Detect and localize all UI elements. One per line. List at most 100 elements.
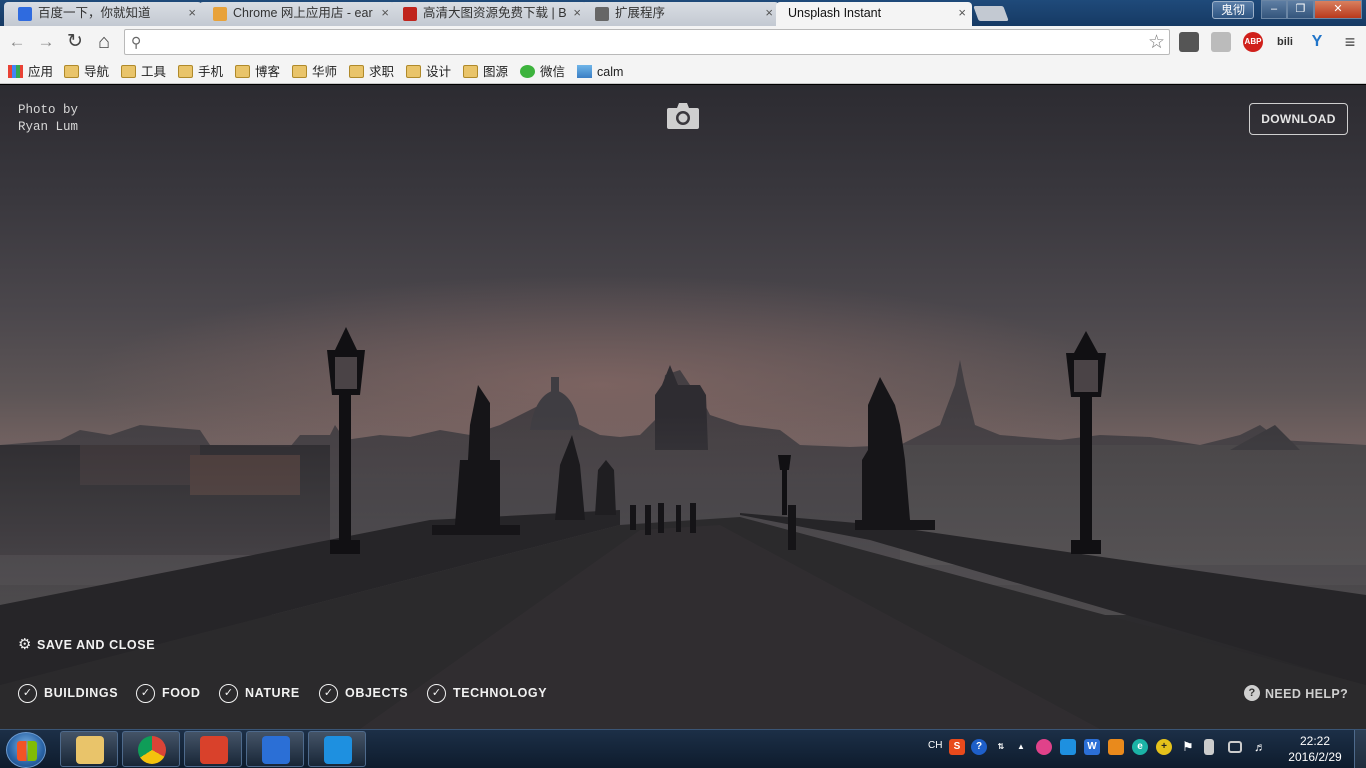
home-button[interactable]: ⌂ [94,32,114,52]
checkmark-icon: ✓ [136,684,155,703]
tab-chrome-store[interactable]: Chrome 网上应用店 - ear × [199,2,395,26]
back-button[interactable]: ← [7,32,27,52]
bookmark-folder[interactable]: 工具 [121,62,166,82]
bookmark-star-icon[interactable]: ☆ [1148,31,1165,54]
url-input[interactable] [153,32,1133,52]
tab-baidu[interactable]: 百度一下，你就知道 × [4,2,202,26]
category-nature[interactable]: ✓ NATURE [219,684,300,703]
tray-expand-icon[interactable]: ▲ [1013,739,1029,755]
bilibili-icon[interactable]: bili [1275,32,1295,52]
bookmark-label: 应用 [28,65,54,79]
category-objects[interactable]: ✓ OBJECTS [319,684,408,703]
tab-close-icon[interactable]: × [188,2,196,24]
photo-credit[interactable]: Photo by Ryan Lum [18,102,78,136]
pocket-icon[interactable] [1179,32,1199,52]
category-technology[interactable]: ✓ TECHNOLOGY [427,684,547,703]
category-label: NATURE [245,686,300,700]
calm-icon [577,65,592,78]
need-help-link[interactable]: ? NEED HELP? [1244,685,1348,703]
tab-extensions[interactable]: 扩展程序 × [581,2,779,26]
tab-close-icon[interactable]: × [573,2,581,24]
windows-taskbar: CH S ? ⇅ ▲ W e + ⚑ ♬ 22:22 2016/2/29 [0,729,1366,768]
network-icon[interactable] [1228,741,1242,753]
y-extension-icon[interactable]: Y [1307,32,1327,52]
checkmark-icon: ✓ [219,684,238,703]
folder-icon [349,65,364,78]
category-buildings[interactable]: ✓ BUILDINGS [18,684,118,703]
bookmark-label: 微信 [540,65,566,79]
bookmark-folder[interactable]: 图源 [463,62,508,82]
adblock-plus-icon[interactable]: ABP [1243,32,1263,52]
volume-icon[interactable]: ♬ [1252,739,1268,755]
bookmark-folder[interactable]: 手机 [178,62,223,82]
hd-images-favicon-icon [403,7,417,21]
input-tray-icon[interactable] [1060,739,1076,755]
system-clock[interactable]: 22:22 2016/2/29 [1283,733,1347,765]
chrome-icon [138,736,166,764]
bookmark-folder[interactable]: 导航 [64,62,109,82]
e-tray-icon[interactable]: e [1132,739,1148,755]
battery-icon[interactable] [1204,739,1214,755]
flag-icon[interactable]: ⚑ [1180,739,1196,755]
taskbar-word[interactable] [246,731,304,767]
save-and-close-button[interactable]: ⚙ SAVE AND CLOSE [18,637,155,653]
folder-icon [406,65,421,78]
bookmark-folder[interactable]: 设计 [406,62,451,82]
show-desktop-button[interactable] [1354,730,1366,768]
bookmark-label: 求职 [369,65,395,79]
taskbar-input-method[interactable] [308,731,366,767]
chrome-menu-button[interactable]: ≡ [1340,32,1360,52]
close-window-button[interactable]: ✕ [1314,0,1362,19]
checkmark-icon: ✓ [427,684,446,703]
new-tab-button[interactable] [973,6,1009,21]
folder-icon [463,65,478,78]
bookmark-apps[interactable]: 应用 [8,62,53,82]
profile-button[interactable]: 鬼彻 [1212,1,1254,19]
tab-hd-images[interactable]: 高清大图资源免费下载 | B × [389,2,587,26]
taskbar-wunderlist[interactable] [184,731,242,767]
bookmark-label: 博客 [255,65,281,79]
category-food[interactable]: ✓ FOOD [136,684,201,703]
checkmark-icon: ✓ [18,684,37,703]
puzzle-favicon-icon [595,7,609,21]
search-tray-icon[interactable] [1108,739,1124,755]
forward-button[interactable]: → [36,32,56,52]
folder-icon [235,65,250,78]
photographer-name[interactable]: Ryan Lum [18,119,78,136]
tab-close-icon[interactable]: × [958,2,966,24]
need-help-label: NEED HELP? [1265,687,1349,701]
plus-tray-icon[interactable]: + [1156,739,1172,755]
bookmark-folder[interactable]: 博客 [235,62,280,82]
save-and-close-label: SAVE AND CLOSE [37,638,156,652]
word-tray-icon[interactable]: W [1084,739,1100,755]
tab-close-icon[interactable]: × [381,2,389,24]
download-button[interactable]: DOWNLOAD [1249,103,1348,135]
sogou-icon[interactable]: S [949,739,965,755]
reload-button[interactable]: ↻ [65,32,85,52]
keyboard-tray-icon[interactable]: ⇅ [995,739,1007,755]
clock-time: 22:22 [1299,734,1331,748]
taskbar-explorer[interactable] [60,731,118,767]
tab-close-icon[interactable]: × [765,2,773,24]
minimize-button[interactable]: ‒ [1261,0,1287,19]
extension-gray-icon[interactable] [1211,32,1231,52]
chat-icon[interactable] [1036,739,1052,755]
start-button[interactable] [6,732,46,768]
file-explorer-icon [76,736,104,764]
wunderlist-icon [200,736,228,764]
category-label: TECHNOLOGY [453,686,548,700]
bookmark-folder[interactable]: 华师 [292,62,337,82]
language-indicator[interactable]: CH [928,740,942,751]
help-tray-icon[interactable]: ? [971,739,987,755]
category-label: FOOD [162,686,201,700]
browser-toolbar: ← → ↻ ⌂ ⚲ ☆ ABP bili Y ≡ [0,26,1366,59]
maximize-button[interactable]: ❐ [1287,0,1314,19]
taskbar-chrome[interactable] [122,731,180,767]
bookmark-folder[interactable]: 求职 [349,62,394,82]
bookmark-calm[interactable]: calm [577,62,623,82]
address-bar[interactable]: ⚲ ☆ [124,29,1170,55]
bookmark-label: 华师 [312,65,338,79]
bookmark-wechat[interactable]: 微信 [520,62,565,82]
tab-title: 百度一下，你就知道 [38,6,151,20]
tab-unsplash-instant[interactable]: Unsplash Instant × [776,2,972,26]
